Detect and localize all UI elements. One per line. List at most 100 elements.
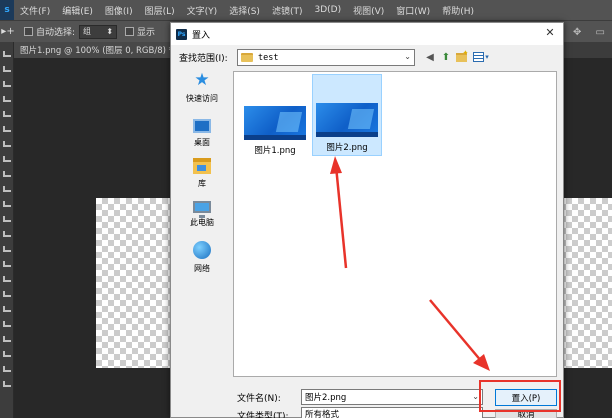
chevron-down-icon[interactable]: ⌄: [472, 392, 479, 401]
image-thumbnail: [244, 106, 306, 140]
network-icon: [193, 241, 211, 259]
photoshop-app-icon: Ps: [176, 28, 187, 40]
ps-options-right: ✥ ▭: [566, 21, 612, 43]
tool-icon[interactable]: [3, 351, 11, 357]
sparkle-icon: ✦: [462, 48, 469, 57]
place-label: 库: [198, 179, 206, 188]
place-label: 网络: [194, 264, 210, 273]
menu-layer[interactable]: 图层(L): [139, 4, 181, 17]
menu-image[interactable]: 图像(I): [99, 4, 139, 17]
show-transform-label: 显示: [137, 28, 156, 38]
file-name: 图片2.png: [326, 143, 368, 153]
folder-icon: [241, 53, 253, 62]
ps-toolbox: [0, 42, 14, 418]
view-grid-shape: [473, 52, 485, 62]
menu-edit[interactable]: 编辑(E): [56, 4, 99, 17]
tool-icon[interactable]: [3, 126, 11, 132]
tool-icon[interactable]: [3, 186, 11, 192]
file-type-label: 文件类型(T):: [237, 412, 289, 418]
tool-icon[interactable]: [3, 366, 11, 372]
place-network[interactable]: 网络: [179, 241, 225, 285]
menu-window[interactable]: 窗口(W): [390, 4, 436, 17]
file-name-input[interactable]: 图片2.png ⌄: [301, 389, 483, 405]
view-menu-icon[interactable]: ▾: [471, 50, 491, 64]
close-icon[interactable]: ✕: [543, 26, 557, 40]
tool-icon[interactable]: [3, 246, 11, 252]
place-button-highlight: [479, 380, 561, 412]
auto-select-checkbox[interactable]: [24, 27, 33, 36]
tool-icon[interactable]: [3, 141, 11, 147]
star-pin-icon: ★: [194, 70, 210, 90]
menu-filter[interactable]: 滤镜(T): [266, 4, 309, 17]
back-icon[interactable]: ◀: [423, 50, 437, 64]
menu-type[interactable]: 文字(Y): [181, 4, 224, 17]
new-folder-shape: ✦: [455, 49, 468, 62]
computer-icon: [193, 201, 211, 218]
menu-view[interactable]: 视图(V): [347, 4, 390, 17]
places-bar: ★ 快速访问 桌面 库 此电脑 网络: [179, 71, 225, 377]
image-thumbnail: [316, 103, 378, 137]
dialog-title: 置入: [192, 30, 211, 41]
place-label: 快速访问: [186, 94, 218, 103]
tool-icon[interactable]: [3, 51, 11, 57]
tool-icon[interactable]: [3, 66, 11, 72]
look-in-label: 查找范围(I):: [179, 54, 228, 64]
desktop-icon: [193, 119, 211, 133]
dialog-titlebar[interactable]: Ps 置入 ✕: [171, 23, 563, 45]
new-folder-icon[interactable]: ✦: [454, 49, 468, 64]
canvas-transparent-right: [560, 198, 612, 368]
file-name: 图片1.png: [254, 146, 296, 156]
place-this-pc[interactable]: 此电脑: [179, 199, 225, 243]
chevron-down-icon: ⌄: [404, 52, 411, 61]
look-in-dropdown[interactable]: test ⌄: [237, 49, 415, 66]
tool-icon[interactable]: [3, 156, 11, 162]
tool-icon[interactable]: [3, 261, 11, 267]
menu-select[interactable]: 选择(S): [223, 4, 266, 17]
tool-icon[interactable]: [3, 96, 11, 102]
file-type-select[interactable]: 所有格式: [301, 407, 483, 418]
place-desktop[interactable]: 桌面: [179, 117, 225, 161]
tool-icon[interactable]: [3, 201, 11, 207]
ps-logo: s: [0, 0, 14, 20]
place-label: 桌面: [194, 138, 210, 147]
auto-select-value: 组: [83, 27, 92, 36]
up-folder-icon[interactable]: ⬆: [439, 50, 453, 64]
view-dropdown-arrow-icon: ▾: [485, 53, 489, 61]
file-list[interactable]: 图片1.png 图片2.png: [233, 71, 557, 377]
file-name-label: 文件名(N):: [237, 394, 281, 404]
auto-select-dropdown[interactable]: 组 ⬍: [79, 24, 118, 39]
file-item-1[interactable]: 图片1.png: [240, 78, 310, 160]
chevron-updown-icon: ⬍: [106, 27, 114, 36]
tool-icon[interactable]: [3, 306, 11, 312]
tool-icon[interactable]: [3, 171, 11, 177]
document-tab[interactable]: 图片1.png @ 100% (图层 0, RGB/8) * ×: [14, 42, 189, 58]
file-type-value: 所有格式: [305, 410, 340, 418]
place-quick-access[interactable]: ★ 快速访问: [179, 71, 225, 115]
show-transform-checkbox[interactable]: [125, 27, 135, 36]
tool-icon[interactable]: [3, 111, 11, 117]
look-in-value: test: [258, 52, 279, 63]
auto-select-label: 自动选择:: [36, 28, 76, 38]
file-name-value: 图片2.png: [305, 393, 347, 403]
tool-icon[interactable]: [3, 81, 11, 87]
canvas-transparent-left: [96, 198, 172, 368]
place-label: 此电脑: [190, 218, 214, 227]
menu-file[interactable]: 文件(F): [14, 4, 56, 17]
ps-menubar: s 文件(F) 编辑(E) 图像(I) 图层(L) 文字(Y) 选择(S) 滤镜…: [0, 0, 612, 20]
tool-icon[interactable]: [3, 216, 11, 222]
tool-icon[interactable]: [3, 336, 11, 342]
tool-icon[interactable]: [3, 321, 11, 327]
menu-3d[interactable]: 3D(D): [308, 5, 347, 15]
place-library[interactable]: 库: [179, 157, 225, 201]
move-tool-icon[interactable]: ▸+: [0, 26, 16, 37]
move-3d-icon[interactable]: ✥: [573, 27, 581, 38]
video-camera-icon[interactable]: ▭: [596, 27, 605, 38]
tool-icon[interactable]: [3, 276, 11, 282]
tool-icon[interactable]: [3, 381, 11, 387]
library-icon: [193, 158, 211, 174]
tool-icon[interactable]: [3, 291, 11, 297]
menu-help[interactable]: 帮助(H): [436, 4, 480, 17]
place-dialog: Ps 置入 ✕ 查找范围(I): test ⌄ ◀ ⬆ ✦ ▾ ★ 快速访问 桌…: [170, 22, 564, 418]
tool-icon[interactable]: [3, 231, 11, 237]
file-item-2[interactable]: 图片2.png: [312, 74, 382, 156]
